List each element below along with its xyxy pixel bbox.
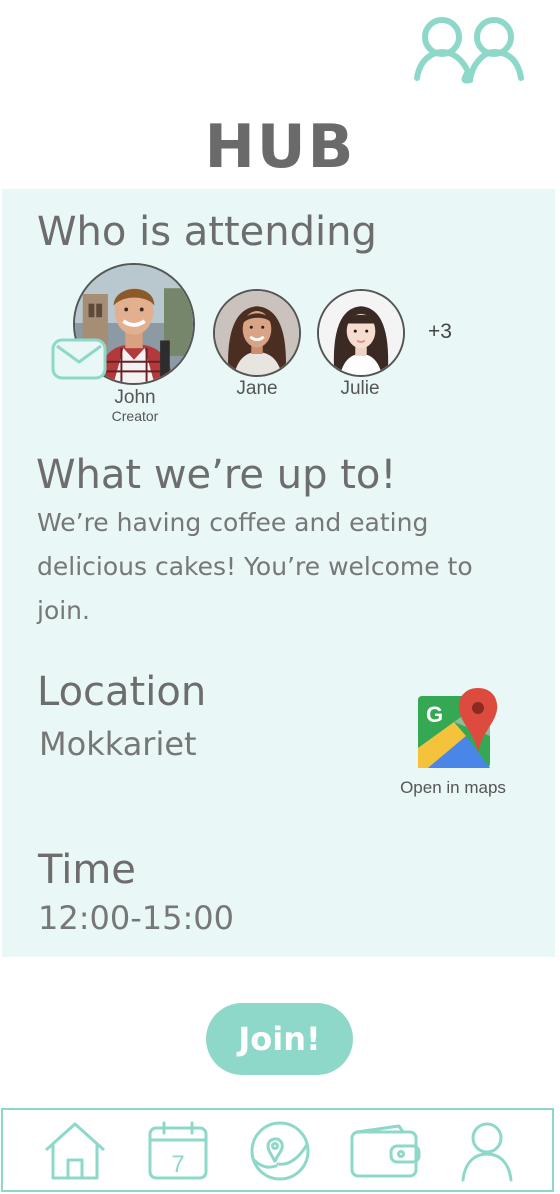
more-attendees-count[interactable]: +3: [428, 320, 452, 344]
people-icon: [414, 17, 524, 84]
bottom-nav: 7: [1, 1108, 554, 1192]
wallet-icon: [350, 1124, 421, 1178]
map-location-icon: [250, 1121, 310, 1181]
nav-profile[interactable]: [455, 1120, 519, 1182]
google-maps-icon: G: [418, 688, 498, 768]
attendee-role-john: Creator: [111, 408, 159, 424]
avatar-jane[interactable]: [213, 289, 301, 377]
calendar-day-number: 7: [171, 1151, 184, 1178]
location-heading: Location: [37, 669, 207, 715]
time-value: 12:00-15:00: [38, 899, 234, 937]
attendee-name-jane: Jane: [236, 378, 278, 399]
activity-heading: What we’re up to!: [36, 452, 397, 498]
open-in-maps-label[interactable]: Open in maps: [388, 778, 518, 798]
envelope-icon: [51, 338, 107, 380]
avatar-julie-photo: [319, 291, 403, 375]
calendar-icon: 7: [148, 1121, 208, 1180]
attendee-name-john: John: [114, 387, 156, 408]
attendee-name-julie: Julie: [340, 378, 380, 399]
nav-wallet[interactable]: [349, 1120, 421, 1182]
location-value: Mokkariet: [39, 725, 197, 763]
people-button[interactable]: [412, 14, 526, 84]
avatar-julie[interactable]: [317, 289, 405, 377]
open-in-maps-button[interactable]: G: [414, 686, 498, 772]
home-icon: [44, 1122, 106, 1180]
nav-calendar[interactable]: 7: [146, 1120, 210, 1182]
svg-text:G: G: [426, 702, 443, 727]
time-heading: Time: [38, 847, 136, 893]
nav-home[interactable]: [43, 1120, 107, 1182]
profile-icon: [461, 1122, 513, 1182]
activity-description: We’re having coffee and eating delicious…: [37, 508, 473, 625]
nav-map[interactable]: [248, 1120, 312, 1182]
page-title: HUB: [204, 112, 356, 182]
join-button[interactable]: Join!: [206, 1003, 353, 1075]
message-button[interactable]: [51, 338, 107, 380]
attending-heading: Who is attending: [37, 209, 377, 255]
avatar-jane-photo: [215, 291, 299, 375]
